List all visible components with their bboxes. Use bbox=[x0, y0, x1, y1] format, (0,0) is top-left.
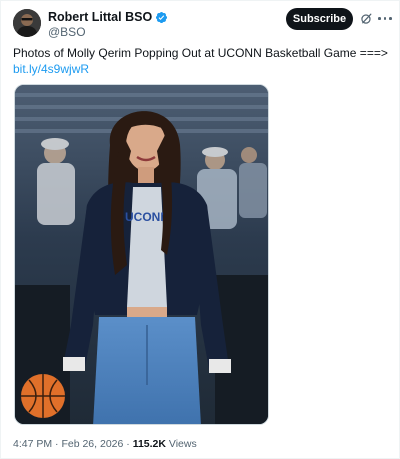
more-options-icon[interactable] bbox=[378, 12, 392, 25]
tweet-time[interactable]: 4:47 PM bbox=[13, 438, 52, 450]
tweet-card: Robert Littal BSO @BSO Subscribe Photos … bbox=[0, 0, 400, 459]
author-name-row[interactable]: Robert Littal BSO bbox=[48, 10, 168, 25]
photo-image: UCONN bbox=[15, 85, 268, 424]
jersey-text: UCONN bbox=[125, 210, 169, 224]
subscribe-button[interactable]: Subscribe bbox=[286, 8, 353, 30]
views-label: Views bbox=[168, 438, 197, 450]
tweet-body: Photos of Molly Qerim Popping Out at UCO… bbox=[13, 46, 388, 60]
tweet-photo[interactable]: UCONN bbox=[14, 84, 269, 425]
grok-icon[interactable] bbox=[360, 12, 373, 25]
meta-separator: · bbox=[126, 438, 130, 450]
tweet-text: Photos of Molly Qerim Popping Out at UCO… bbox=[13, 45, 393, 77]
author-display-name[interactable]: Robert Littal BSO bbox=[48, 10, 152, 25]
meta-separator: · bbox=[55, 438, 59, 450]
tweet-date[interactable]: Feb 26, 2026 bbox=[61, 438, 123, 450]
author-avatar[interactable] bbox=[13, 9, 41, 37]
author-handle[interactable]: @BSO bbox=[48, 25, 86, 39]
verified-badge-icon bbox=[156, 11, 168, 24]
tweet-meta: 4:47 PM · Feb 26, 2026 · 115.2K Views bbox=[13, 438, 197, 451]
tweet-link[interactable]: bit.ly/4s9wjwR bbox=[13, 61, 393, 77]
views-count[interactable]: 115.2K bbox=[133, 438, 166, 450]
